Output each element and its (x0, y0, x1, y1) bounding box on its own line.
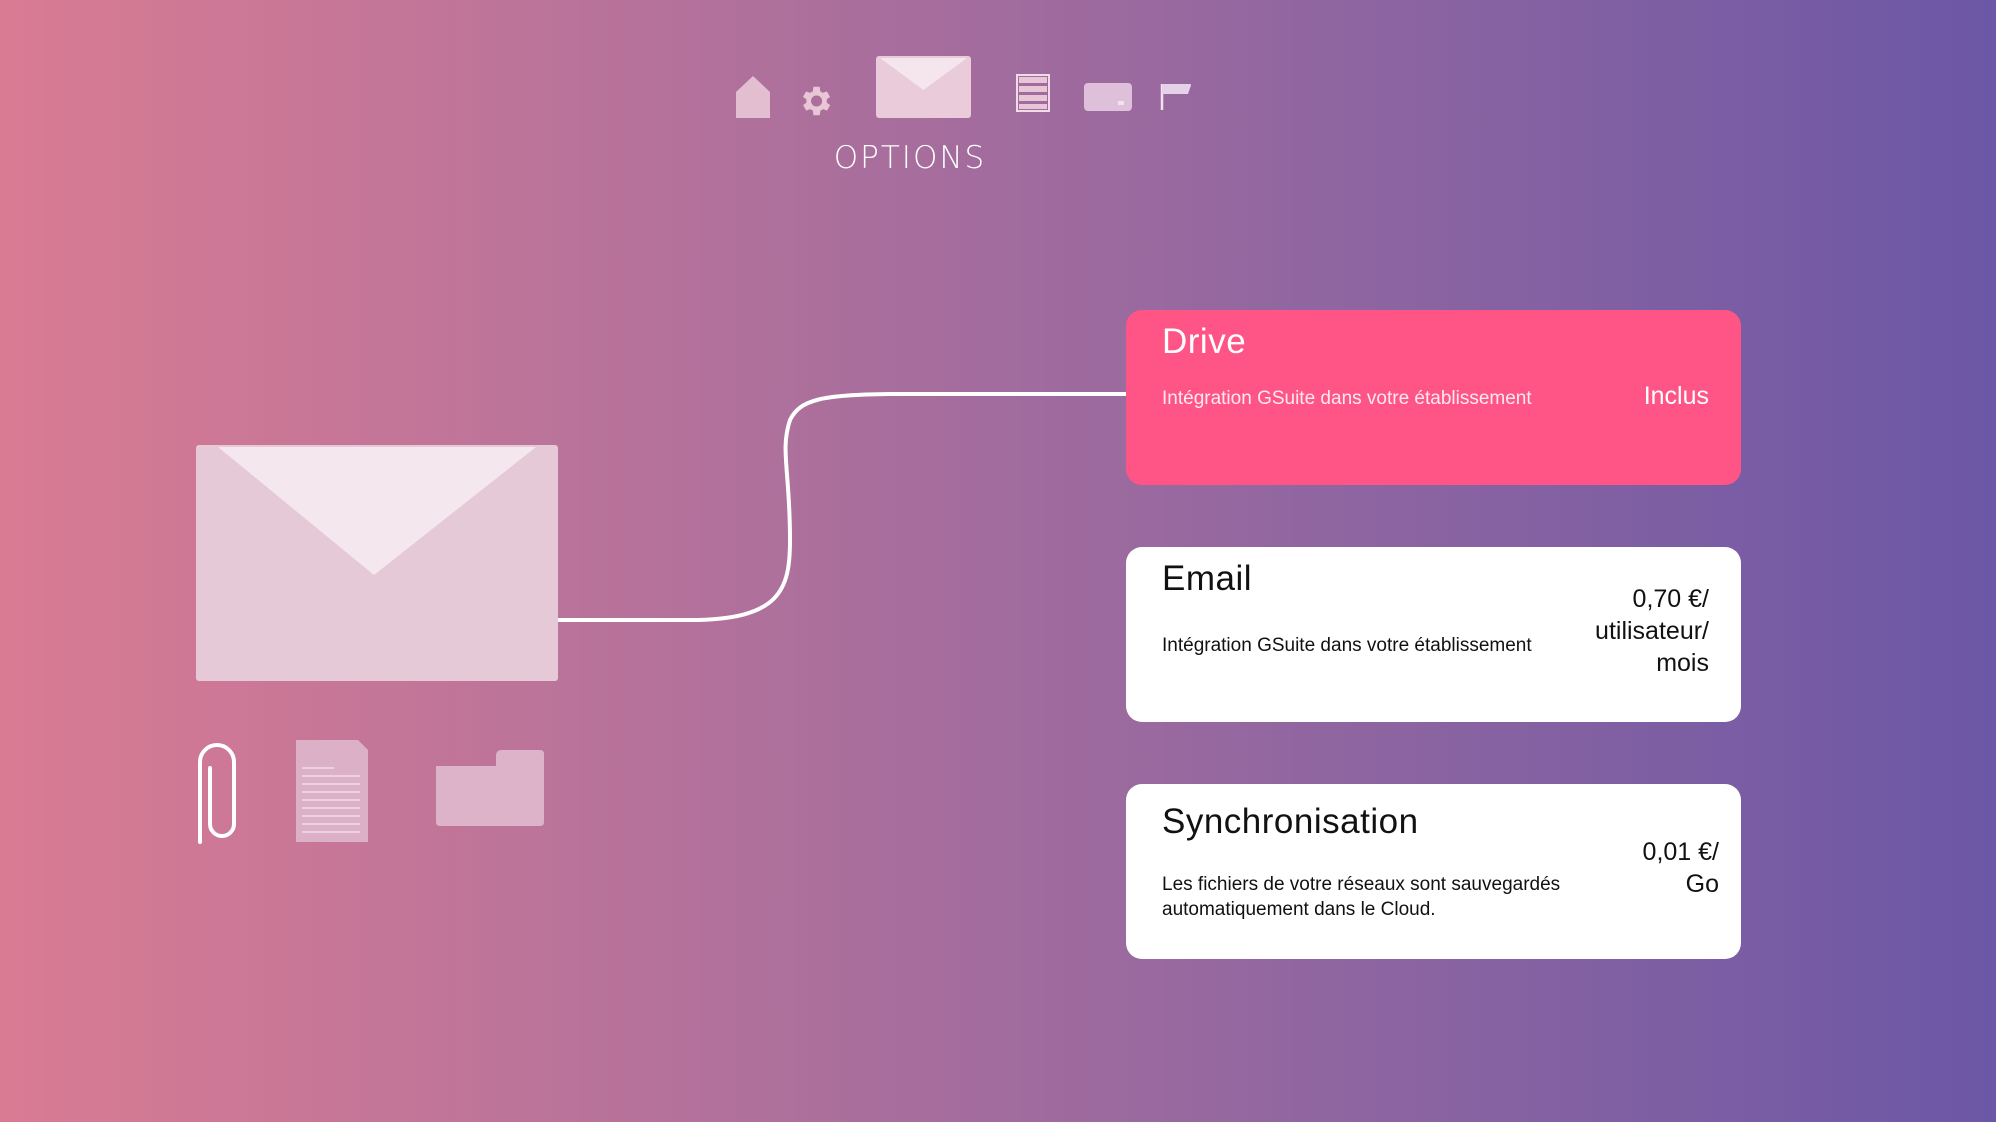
option-price: Inclus (1643, 382, 1709, 410)
gear-icon[interactable] (796, 82, 834, 120)
option-card-sync[interactable]: Synchronisation Les fichiers de votre ré… (1126, 784, 1741, 959)
option-price: 0,01 €/ Go (1642, 838, 1719, 898)
active-section-label: OPTIONS (833, 140, 987, 176)
option-card-email[interactable]: Email Intégration GSuite dans votre étab… (1126, 547, 1741, 722)
option-description: Intégration GSuite dans votre établissem… (1162, 635, 1532, 656)
home-icon[interactable] (736, 76, 770, 118)
card-icon[interactable] (1084, 83, 1132, 111)
option-card-drive[interactable]: Drive Intégration GSuite dans votre étab… (1126, 310, 1741, 485)
option-description: Intégration GSuite dans votre établissem… (1162, 388, 1532, 409)
option-title: Drive (1162, 322, 1247, 361)
top-navigation: OPTIONS (0, 0, 1996, 190)
option-description: Les fichiers de votre réseaux sont sauve… (1162, 874, 1561, 920)
mail-icon[interactable] (876, 56, 971, 118)
list-icon[interactable] (1016, 74, 1050, 112)
paperclip-icon (196, 738, 240, 844)
option-title: Synchronisation (1162, 802, 1419, 841)
document-icon (296, 740, 368, 842)
option-price: 0,70 €/ utilisateur/ mois (1595, 585, 1709, 677)
folder-icon (436, 750, 544, 826)
envelope-icon (196, 445, 558, 681)
option-title: Email (1162, 559, 1253, 598)
flag-icon[interactable] (1160, 82, 1192, 110)
